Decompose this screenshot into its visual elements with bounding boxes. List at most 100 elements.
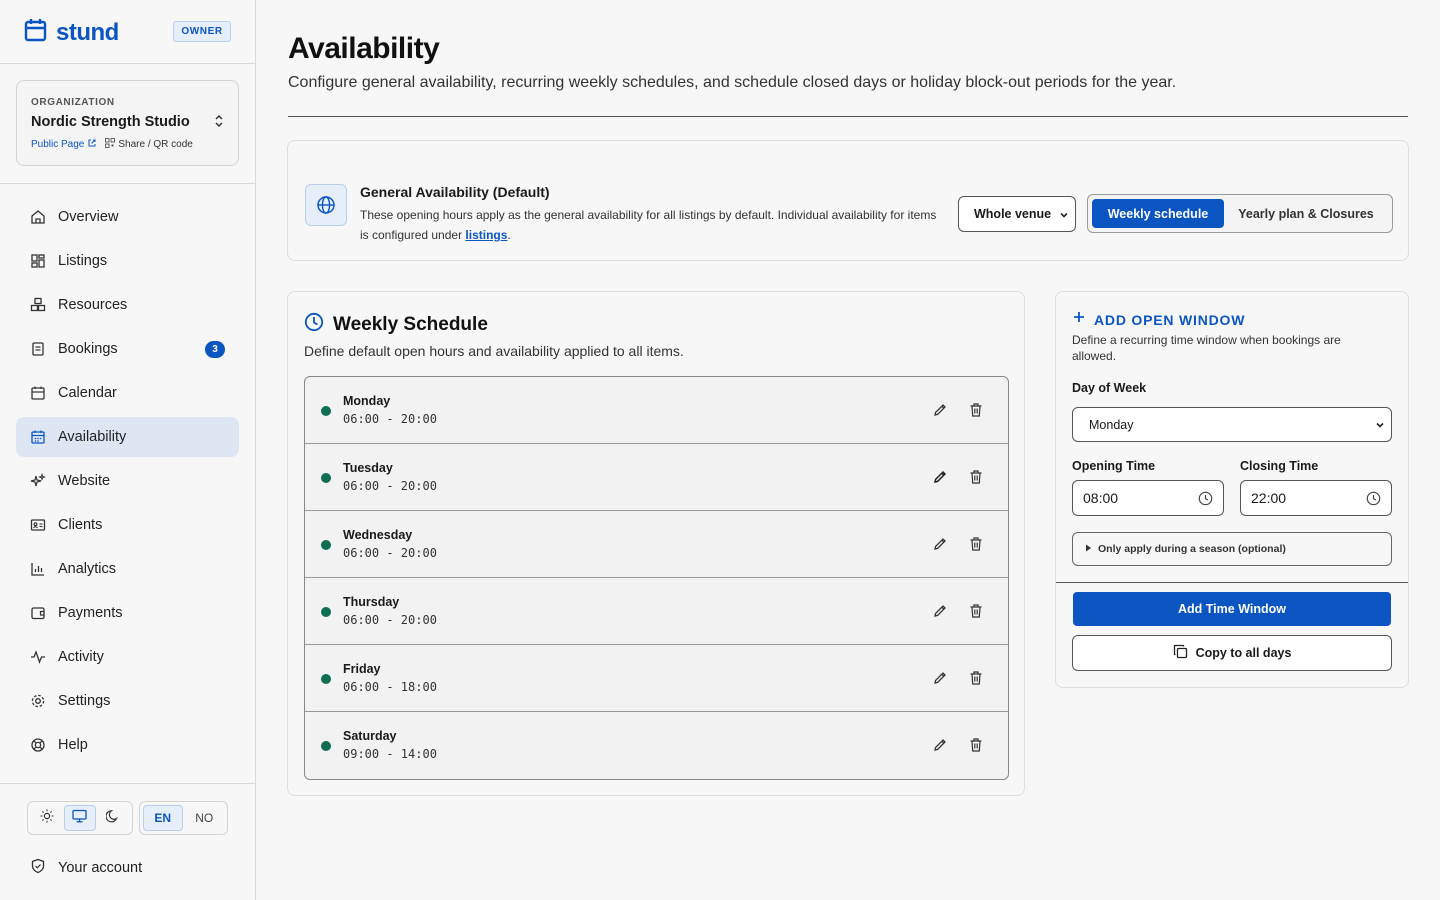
copy-to-all-days-button[interactable]: Copy to all days [1072, 635, 1392, 671]
shield-icon [30, 858, 46, 878]
season-disclosure[interactable]: Only apply during a season (optional) [1072, 532, 1392, 566]
general-availability-title: General Availability (Default) [360, 184, 550, 200]
theme-switcher [27, 801, 133, 835]
nav-item-resources[interactable]: Resources [16, 285, 239, 325]
add-open-window-description: Define a recurring time window when book… [1072, 333, 1341, 363]
trash-icon[interactable] [969, 737, 983, 758]
schedule-row: Friday 06:00 - 18:00 [305, 645, 1008, 712]
open-status-dot [321, 406, 331, 416]
description-text: These opening hours apply as the general… [360, 208, 937, 242]
pencil-icon[interactable] [932, 402, 948, 423]
day-of-week-select[interactable]: Monday [1072, 407, 1392, 442]
brand-logo[interactable]: stund [24, 18, 119, 47]
description-end: . [507, 228, 511, 242]
nav-item-payments[interactable]: Payments [16, 593, 239, 633]
account-label: Your account [58, 860, 143, 876]
pencil-icon[interactable] [932, 536, 948, 557]
calendar-grid-icon [30, 429, 46, 445]
public-page-link[interactable]: Public Page [31, 138, 97, 151]
nav-item-activity[interactable]: Activity [16, 637, 239, 677]
copy-to-all-days-label: Copy to all days [1195, 646, 1292, 660]
day-hours: 06:00 - 20:00 [343, 479, 437, 493]
schedule-row: Tuesday 06:00 - 20:00 [305, 444, 1008, 511]
grid-icon [30, 253, 46, 269]
clipboard-icon [30, 341, 46, 357]
nav-item-clients[interactable]: Clients [16, 505, 239, 545]
tab-weekly-schedule[interactable]: Weekly schedule [1092, 199, 1224, 228]
nav-label: Website [58, 473, 111, 489]
trash-icon[interactable] [969, 670, 983, 691]
bar-chart-icon [30, 561, 46, 577]
nav-item-overview[interactable]: Overview [16, 197, 239, 237]
day-hours: 06:00 - 18:00 [343, 680, 437, 694]
day-of-week-value: Monday [1089, 417, 1134, 432]
trash-icon[interactable] [969, 536, 983, 557]
nav-label: Settings [58, 693, 111, 709]
day-of-week-label: Day of Week [1072, 381, 1147, 395]
venue-select[interactable]: Whole venue [958, 196, 1076, 232]
main-navigation: Overview Listings Resources Bookings 3 C… [16, 197, 239, 769]
nav-item-help[interactable]: Help [16, 725, 239, 765]
nav-label: Analytics [58, 561, 117, 577]
nav-item-calendar[interactable]: Calendar [16, 373, 239, 413]
pencil-icon[interactable] [932, 603, 948, 624]
day-name: Saturday [343, 729, 397, 743]
light-theme-button[interactable] [31, 805, 62, 831]
nav-item-listings[interactable]: Listings [16, 241, 239, 281]
tab-yearly-plan[interactable]: Yearly plan & Closures [1224, 199, 1388, 228]
calendar-icon [30, 385, 46, 401]
day-hours: 09:00 - 14:00 [343, 747, 437, 761]
pencil-icon[interactable] [932, 737, 948, 758]
organization-switcher[interactable]: ORGANIZATION Nordic Strength Studio Publ… [16, 80, 239, 166]
open-status-dot [321, 540, 331, 550]
external-link-icon [87, 138, 97, 151]
weekly-schedule-card: Weekly Schedule Define default open hour… [287, 291, 1025, 796]
schedule-row: Thursday 06:00 - 20:00 [305, 578, 1008, 645]
language-switcher: EN NO [139, 801, 228, 835]
nav-label: Clients [58, 517, 103, 533]
nav-item-availability[interactable]: Availability [16, 417, 239, 457]
day-name: Tuesday [343, 461, 393, 475]
pencil-icon[interactable] [932, 469, 948, 490]
closing-time-label: Closing Time [1240, 459, 1319, 473]
day-hours: 06:00 - 20:00 [343, 613, 437, 627]
your-account-link[interactable]: Your account [30, 858, 142, 878]
sun-icon [40, 809, 54, 828]
language-no-button[interactable]: NO [185, 805, 224, 831]
nav-label: Availability [58, 429, 127, 445]
language-en-button[interactable]: EN [143, 805, 183, 831]
share-label: Share / QR code [118, 139, 193, 150]
nav-label: Bookings [58, 341, 118, 357]
monitor-icon [72, 809, 88, 828]
add-time-window-button[interactable]: Add Time Window [1073, 592, 1391, 626]
system-theme-button[interactable] [64, 805, 96, 831]
nav-item-website[interactable]: Website [16, 461, 239, 501]
trash-icon[interactable] [969, 469, 983, 490]
open-status-dot [321, 741, 331, 751]
nav-label: Overview [58, 209, 119, 225]
calendar-logo-icon [24, 18, 47, 47]
weekly-schedule-list: Monday 06:00 - 20:00 Tuesday 06:00 - 20:… [304, 376, 1009, 780]
clock-icon [304, 312, 324, 337]
pencil-icon[interactable] [932, 670, 948, 691]
opening-time-input[interactable]: 08:00 [1072, 480, 1224, 516]
schedule-row: Wednesday 06:00 - 20:00 [305, 511, 1008, 578]
schedule-mode-tabs: Weekly schedule Yearly plan & Closures [1087, 194, 1393, 233]
trash-icon[interactable] [969, 603, 983, 624]
share-qr-link[interactable]: Share / QR code [105, 138, 193, 151]
schedule-row: Saturday 09:00 - 14:00 [305, 712, 1008, 779]
dark-theme-button[interactable] [98, 805, 129, 831]
closing-time-input[interactable]: 22:00 [1240, 480, 1392, 516]
weekly-schedule-description: Define default open hours and availabili… [304, 343, 684, 359]
nav-item-settings[interactable]: Settings [16, 681, 239, 721]
nav-item-analytics[interactable]: Analytics [16, 549, 239, 589]
nav-item-bookings[interactable]: Bookings 3 [16, 329, 239, 369]
trash-icon[interactable] [969, 402, 983, 423]
divider [0, 63, 256, 64]
day-hours: 06:00 - 20:00 [343, 412, 437, 426]
listings-link[interactable]: listings [465, 228, 507, 242]
opening-time-value: 08:00 [1083, 490, 1119, 506]
clock-icon [1198, 491, 1213, 509]
weekly-schedule-title: Weekly Schedule [333, 313, 488, 335]
id-card-icon [30, 517, 46, 533]
